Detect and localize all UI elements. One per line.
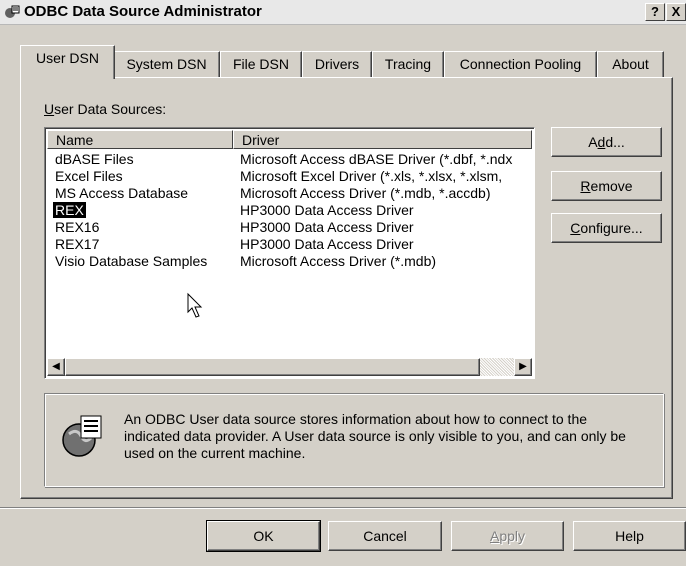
tab-connection-pooling[interactable]: Connection Pooling [444,51,597,78]
scroll-left-button[interactable]: ◀ [47,358,65,376]
column-header-driver[interactable]: Driver [233,130,532,149]
user-data-sources-label: User Data Sources: [44,101,167,117]
database-globe-icon [62,415,102,457]
tab-about[interactable]: About [597,51,664,78]
tab-user-dsn[interactable]: User DSN [20,45,115,79]
scroll-thumb[interactable] [65,358,480,376]
tab-file-dsn[interactable]: File DSN [220,51,302,78]
list-item[interactable]: MS Access Database Microsoft Access Driv… [47,185,532,202]
configure-button[interactable]: Configure... [551,213,662,243]
footer-divider [0,507,686,509]
info-box: An ODBC User data source stores informat… [44,393,664,487]
close-title-button[interactable]: X [666,3,686,21]
window-title: ODBC Data Source Administrator [24,3,262,20]
cancel-button[interactable]: Cancel [328,521,442,551]
add-button[interactable]: Add... [551,127,662,157]
column-header-name[interactable]: Name [47,130,233,149]
odbc-admin-icon [5,5,20,18]
scroll-right-button[interactable]: ▶ [514,358,532,376]
help-title-button[interactable]: ? [645,3,665,21]
help-button[interactable]: Help [573,521,686,551]
list-item[interactable]: Excel Files Microsoft Excel Driver (*.xl… [47,168,532,185]
data-sources-list[interactable]: Name Driver dBASE Files Microsoft Access… [44,127,535,379]
list-item[interactable]: REX16 HP3000 Data Access Driver [47,219,532,236]
tab-tracing[interactable]: Tracing [372,51,444,78]
tab-system-dsn[interactable]: System DSN [113,51,220,78]
list-item[interactable]: Visio Database Samples Microsoft Access … [47,253,532,270]
tab-drivers[interactable]: Drivers [302,51,372,78]
info-text: An ODBC User data source stores informat… [124,411,626,461]
list-item[interactable]: dBASE Files Microsoft Access dBASE Drive… [47,151,532,168]
mouse-cursor-icon [187,292,203,318]
list-item-selected[interactable]: REX HP3000 Data Access Driver [47,201,532,219]
remove-button[interactable]: Remove [551,171,662,201]
title-bar: ODBC Data Source Administrator ? X [0,0,686,25]
list-item[interactable]: REX17 HP3000 Data Access Driver [47,236,532,253]
horizontal-scrollbar[interactable]: ◀ ▶ [47,358,532,376]
apply-button[interactable]: Apply [451,521,564,551]
selected-name: REX [52,201,87,219]
scroll-track[interactable] [480,358,514,376]
ok-button[interactable]: OK [206,520,321,552]
